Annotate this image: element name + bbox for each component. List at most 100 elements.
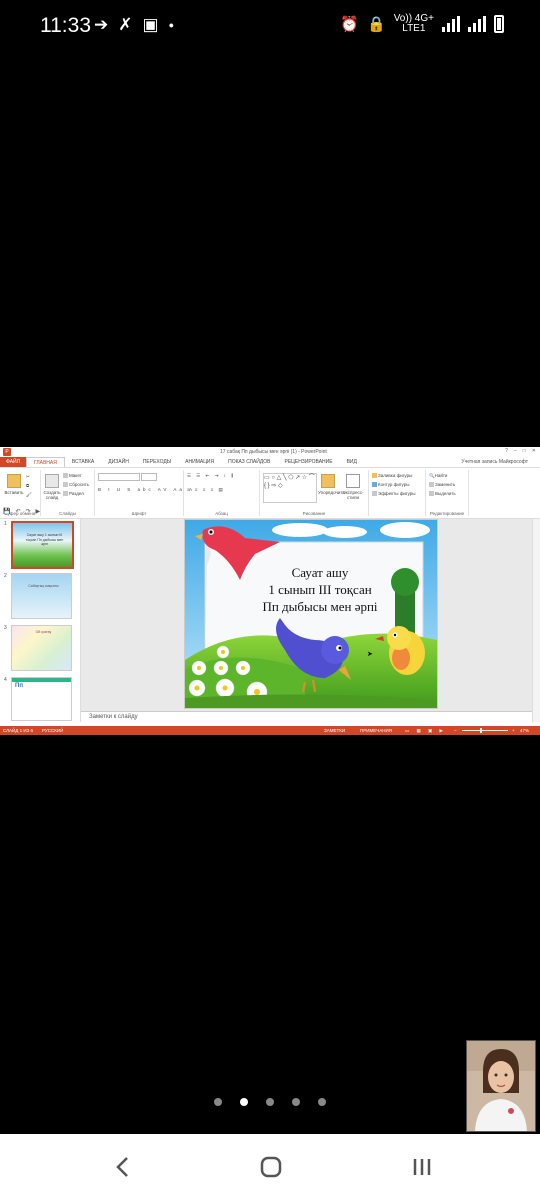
tab-insert[interactable]: ВСТАВКА — [65, 457, 101, 467]
replace-button[interactable]: Заменить — [429, 482, 455, 488]
thumb-number: 4 — [4, 677, 7, 683]
group-drawing: ▭ ○ △ ╲ ⬠ ↗ ☆ ⌒ { } ⇨ ◇ Упорядочить Эксп… — [260, 470, 369, 516]
status-bar: 11:33 ➔ ✗ ▣ ● ⏰ 🔒 Vo)) 4G+ LTE1 — [0, 0, 540, 56]
reset-button[interactable]: Сбросить — [63, 482, 89, 488]
new-slide-button[interactable]: Создать слайд — [43, 474, 61, 500]
layout-button[interactable]: Макет — [63, 473, 82, 479]
cut-icon[interactable]: ✂ — [26, 474, 30, 480]
tab-design[interactable]: ДИЗАЙН — [101, 457, 136, 467]
arrange-icon — [321, 474, 335, 488]
tab-transitions[interactable]: ПЕРЕХОДЫ — [136, 457, 178, 467]
arrange-button[interactable]: Упорядочить — [318, 474, 345, 495]
home-icon — [260, 1156, 282, 1178]
page-dot[interactable] — [318, 1098, 326, 1106]
window-title: 17 сабақ Пп дыбысы мен әрпі (1) - PowerP… — [220, 449, 327, 455]
page-dot[interactable] — [214, 1098, 222, 1106]
slide-thumbnail-3[interactable]: Ой қозғау — [11, 625, 72, 671]
font-size-box[interactable] — [141, 473, 157, 481]
tab-animations[interactable]: АНИМАЦИЯ — [178, 457, 221, 467]
shape-outline-button[interactable]: Контур фигуры — [372, 482, 409, 488]
align-buttons[interactable]: ≡ ≡ ≡ ≡ ▤ — [187, 487, 225, 493]
section-button[interactable]: Раздел — [63, 491, 84, 497]
more-notifications-icon: ● — [168, 20, 174, 30]
copy-icon[interactable]: ⧉ — [26, 483, 29, 488]
tab-slideshow[interactable]: ПОКАЗ СЛАЙДОВ — [221, 457, 277, 467]
slide-counter: СЛАЙД 1 ИЗ 6 — [3, 728, 34, 733]
slide-edit-area: Сауат ашу 1 сынып III тоқсан Пп дыбысы м… — [81, 519, 533, 711]
help-icon[interactable]: ? — [505, 448, 508, 454]
window-controls[interactable]: ? – □ ✕ — [505, 448, 536, 454]
shape-effects-button[interactable]: Эффекты фигуры — [372, 491, 416, 497]
thumb-number: 2 — [4, 573, 7, 579]
tab-view[interactable]: ВИД — [340, 457, 364, 467]
maximize-icon[interactable]: □ — [523, 448, 526, 454]
ppt-statusbar: СЛАЙД 1 ИЗ 6 РУССКИЙ ЗАМЕТКИ ПРИМЕЧАНИЯ … — [0, 726, 540, 735]
zoom-in-button[interactable]: + — [512, 726, 515, 735]
close-icon[interactable]: ✕ — [532, 448, 536, 454]
page-dot[interactable] — [292, 1098, 300, 1106]
missed-call-icon: ✗ — [118, 15, 133, 34]
select-button[interactable]: Выделить — [429, 491, 456, 497]
account-label[interactable]: Учетная запись Майкрософт — [461, 459, 528, 465]
tab-home[interactable]: ГЛАВНАЯ — [25, 456, 65, 468]
list-buttons[interactable]: ☰ ☰ ⇤ ⇥ ↕ ⫼ — [187, 473, 235, 479]
language-indicator[interactable]: РУССКИЙ — [42, 726, 63, 735]
page-dot[interactable] — [266, 1098, 274, 1106]
redo-icon[interactable]: ↷ — [26, 508, 31, 515]
find-button[interactable]: 🔍Найти — [429, 473, 447, 479]
alarm-icon: ⏰ — [340, 16, 359, 33]
font-name-box[interactable] — [98, 473, 140, 481]
back-icon — [116, 1157, 128, 1177]
quick-styles-button[interactable]: Экспресс-стили — [342, 474, 364, 500]
paragraph-label: Абзац — [215, 511, 228, 516]
font-format-buttons[interactable]: B I U S abc AV Aa A — [98, 487, 195, 492]
format-painter-icon[interactable]: 🖌 — [26, 492, 32, 498]
slide-thumbnails[interactable]: 1 Сауат ашу 1 сынып III тоқсан Пп дыбысы… — [0, 519, 81, 722]
vertical-scrollbar[interactable] — [532, 519, 540, 722]
notes-button[interactable]: ЗАМЕТКИ — [324, 726, 345, 735]
group-shape-format: Заливка фигуры Контур фигуры Эффекты фиг… — [369, 470, 426, 516]
slide-title-text[interactable]: Сауат ашу 1 сынып III тоқсан Пп дыбысы м… — [245, 564, 395, 615]
recent-apps-button[interactable] — [410, 1156, 434, 1178]
thumb-number: 1 — [4, 521, 7, 527]
signal-icon — [442, 16, 460, 32]
shape-fill-button[interactable]: Заливка фигуры — [372, 473, 412, 479]
status-right: ⏰ 🔒 Vo)) 4G+ LTE1 — [340, 14, 504, 34]
tab-file[interactable]: ФАЙЛ — [0, 457, 26, 467]
zoom-slider[interactable] — [462, 730, 508, 731]
minimize-icon[interactable]: – — [514, 448, 517, 454]
navigation-arrow-icon: ➔ — [94, 15, 109, 34]
group-font: B I U S abc AV Aa A Шрифт — [95, 470, 192, 516]
slide-thumbnail-1[interactable]: Сауат ашу 1 сынып III тоқсан Пп дыбысы м… — [11, 521, 74, 569]
self-video-thumbnail[interactable] — [466, 1040, 536, 1132]
paste-icon — [7, 474, 21, 488]
view-buttons[interactable]: ▭ ▦ ▣ ▶ — [405, 726, 446, 735]
shapes-gallery[interactable]: ▭ ○ △ ╲ ⬠ ↗ ☆ ⌒ { } ⇨ ◇ — [263, 473, 317, 503]
current-slide[interactable]: Сауат ашу 1 сынып III тоқсан Пп дыбысы м… — [184, 519, 438, 709]
drawing-label: Рисование — [302, 511, 326, 516]
mouse-cursor-icon: ➤ — [367, 651, 373, 658]
battery-icon — [494, 15, 504, 33]
ppt-body: 💾 ↶ ↷ ▶ 1 Сауат ашу 1 сынып III тоқсан П… — [0, 509, 540, 722]
back-button[interactable] — [110, 1156, 134, 1178]
thumb-number: 3 — [4, 625, 7, 631]
notes-pane[interactable]: Заметки к слайду — [81, 711, 533, 722]
page-indicator — [0, 1098, 540, 1106]
network-label: Vo)) 4G+ LTE1 — [393, 13, 434, 34]
home-button[interactable] — [259, 1156, 283, 1178]
start-slideshow-icon[interactable]: ▶ — [36, 508, 41, 515]
zoom-level[interactable]: 47% — [520, 726, 529, 735]
quick-styles-icon — [346, 474, 360, 488]
zoom-out-button[interactable]: − — [454, 726, 457, 735]
slide-thumbnail-2[interactable]: Сабақтың мақсаты — [11, 573, 72, 619]
page-dot-active[interactable] — [240, 1098, 248, 1106]
zoom-slider-thumb[interactable] — [480, 728, 482, 733]
undo-icon[interactable]: ↶ — [15, 508, 20, 515]
comments-button[interactable]: ПРИМЕЧАНИЯ — [360, 726, 392, 735]
paste-button[interactable]: Вставить — [4, 474, 24, 495]
ppt-titlebar: P 17 сабақ Пп дыбысы мен әрпі (1) - Powe… — [0, 447, 540, 457]
tab-review[interactable]: РЕЦЕНЗИРОВАНИЕ — [277, 457, 339, 467]
slide-thumbnail-4[interactable]: Пп — [11, 677, 72, 721]
save-icon[interactable]: 💾 — [3, 508, 10, 515]
navigation-bar — [0, 1134, 540, 1200]
